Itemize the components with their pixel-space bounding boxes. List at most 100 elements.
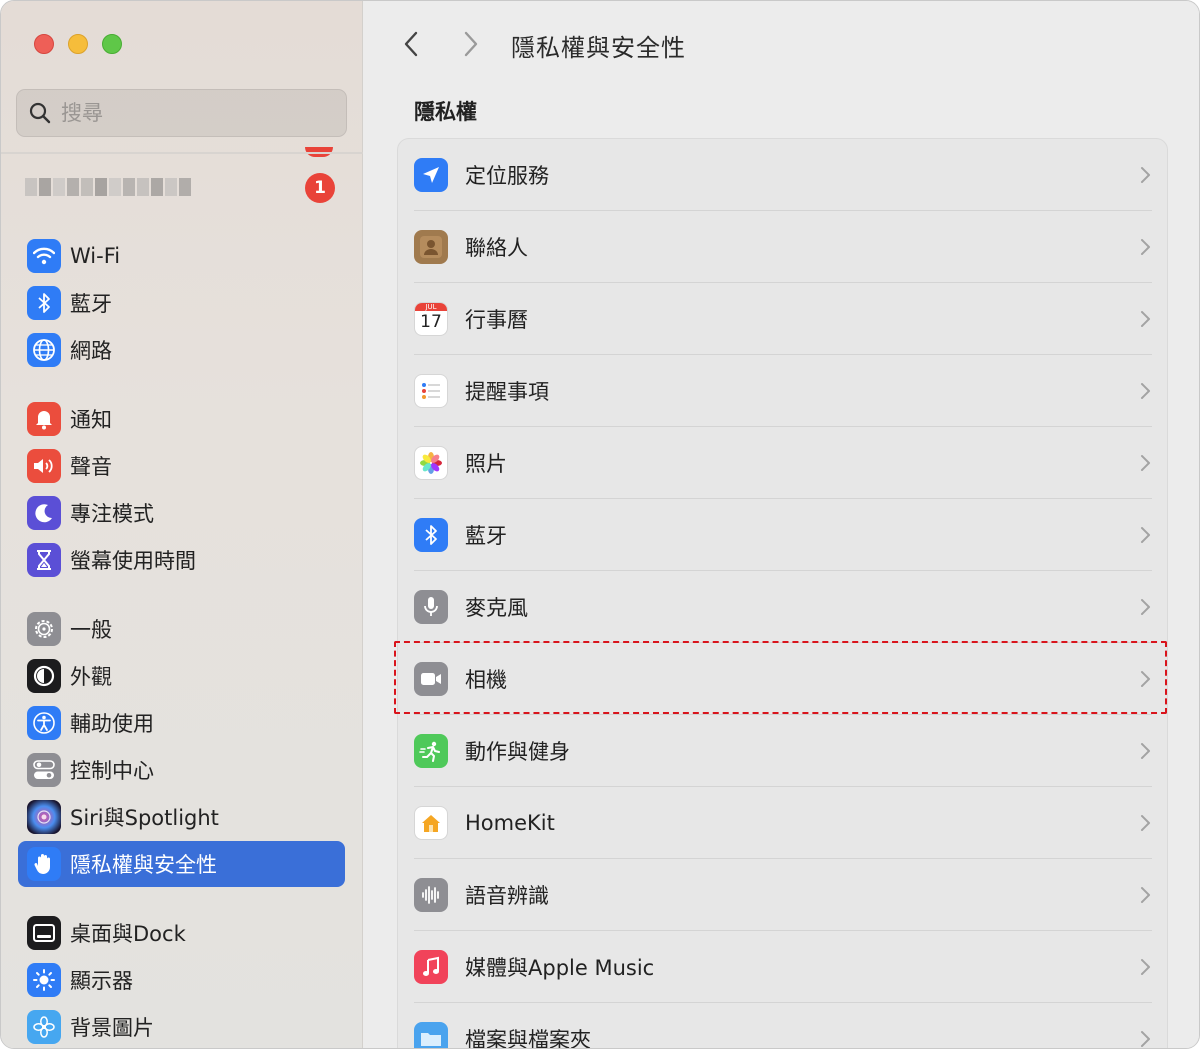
page-title: 隱私權與安全性 [511, 34, 686, 62]
camera-icon [414, 662, 448, 696]
gear-icon [27, 612, 61, 646]
chevron-right-icon [1141, 815, 1150, 831]
chevron-right-icon [1141, 887, 1150, 903]
row-bluetooth[interactable]: 藍牙 [398, 499, 1169, 571]
sidebar-item-label: 藍牙 [70, 292, 112, 316]
row-label: 提醒事項 [465, 380, 549, 404]
chevron-right-icon [1141, 239, 1150, 255]
sidebar-item-control-center[interactable]: 控制中心 [18, 747, 345, 793]
settings-window: 1 Wi-Fi 藍牙 網路 通知 [0, 0, 1200, 1049]
row-label: 語音辨識 [465, 884, 549, 908]
hourglass-icon [27, 543, 61, 577]
calendar-month: JUL [415, 303, 447, 311]
waveform-icon [414, 878, 448, 912]
sidebar-item-siri-spotlight[interactable]: Siri與Spotlight [18, 794, 345, 840]
contacts-icon [414, 230, 448, 264]
row-calendar[interactable]: JUL 17 行事曆 [398, 283, 1169, 355]
chevron-right-icon [1141, 167, 1150, 183]
window-controls [34, 34, 122, 54]
location-arrow-icon [414, 158, 448, 192]
home-icon [414, 806, 448, 840]
sidebar-item-label: 螢幕使用時間 [70, 549, 196, 573]
row-label: 藍牙 [465, 524, 507, 548]
sidebar-item-general[interactable]: 一般 [18, 606, 345, 652]
microphone-icon [414, 590, 448, 624]
toggles-icon [27, 753, 61, 787]
sidebar-item-focus[interactable]: 專注模式 [18, 490, 345, 536]
sidebar-item-wifi[interactable]: Wi-Fi [18, 233, 345, 279]
chevron-right-icon [1141, 599, 1150, 615]
sidebar-item-label: 一般 [70, 618, 112, 642]
photos-icon [414, 446, 448, 480]
sidebar-item-wallpaper[interactable]: 背景圖片 [18, 1004, 345, 1048]
row-label: 麥克風 [465, 596, 528, 620]
chevron-left-icon [404, 31, 418, 57]
row-label: 媒體與Apple Music [465, 956, 655, 980]
back-button[interactable] [396, 29, 426, 59]
sidebar-item-notifications[interactable]: 通知 [18, 396, 345, 442]
row-label: 聯絡人 [465, 236, 528, 260]
sidebar-divider [1, 152, 363, 154]
row-camera[interactable]: 相機 [398, 643, 1169, 715]
close-button[interactable] [34, 34, 54, 54]
bluetooth-icon [27, 286, 61, 320]
row-media-apple-music[interactable]: 媒體與Apple Music [398, 931, 1169, 1003]
sidebar-item-screen-time[interactable]: 螢幕使用時間 [18, 537, 345, 583]
chevron-right-icon [1141, 959, 1150, 975]
sidebar-item-desktop-dock[interactable]: 桌面與Dock [18, 910, 345, 956]
moon-icon [27, 496, 61, 530]
flower-icon [27, 1010, 61, 1044]
row-label: HomeKit [465, 811, 555, 835]
chevron-right-icon [1141, 455, 1150, 471]
forward-button[interactable] [456, 29, 486, 59]
zoom-button[interactable] [102, 34, 122, 54]
sidebar-item-appearance[interactable]: 外觀 [18, 653, 345, 699]
search-input[interactable] [61, 101, 311, 125]
calendar-icon: JUL 17 [414, 302, 448, 336]
sidebar-item-displays[interactable]: 顯示器 [18, 957, 345, 1003]
row-contacts[interactable]: 聯絡人 [398, 211, 1169, 283]
bluetooth-icon [414, 518, 448, 552]
row-label: 定位服務 [465, 164, 549, 188]
sidebar-item-label: 輔助使用 [70, 712, 154, 736]
chevron-right-icon [1141, 527, 1150, 543]
sidebar-item-label: 聲音 [70, 455, 112, 479]
chevron-right-icon [1141, 743, 1150, 759]
music-note-icon [414, 950, 448, 984]
row-files-folders[interactable]: 檔案與檔案夾 [398, 1003, 1169, 1049]
sidebar-item-sound[interactable]: 聲音 [18, 443, 345, 489]
sidebar-item-bluetooth[interactable]: 藍牙 [18, 280, 345, 326]
row-microphone[interactable]: 麥克風 [398, 571, 1169, 643]
sidebar-item-accessibility[interactable]: 輔助使用 [18, 700, 345, 746]
chevron-right-icon [1141, 1031, 1150, 1047]
row-speech-recognition[interactable]: 語音辨識 [398, 859, 1169, 931]
reminders-icon [414, 374, 448, 408]
appearance-icon [27, 659, 61, 693]
account-row[interactable]: 1 [25, 173, 345, 203]
sidebar-item-label: 網路 [70, 339, 112, 363]
row-label: 相機 [465, 668, 507, 692]
section-title: 隱私權 [414, 100, 477, 124]
minimize-button[interactable] [68, 34, 88, 54]
sidebar-item-label: 桌面與Dock [70, 922, 186, 946]
row-label: 行事曆 [465, 308, 528, 332]
row-photos[interactable]: 照片 [398, 427, 1169, 499]
row-location-services[interactable]: 定位服務 [398, 139, 1169, 211]
sidebar-item-label: 外觀 [70, 665, 112, 689]
siri-icon [27, 800, 61, 834]
speaker-icon [27, 449, 61, 483]
sidebar-item-privacy-security[interactable]: 隱私權與安全性 [18, 841, 345, 887]
wifi-icon [27, 239, 61, 273]
row-reminders[interactable]: 提醒事項 [398, 355, 1169, 427]
row-homekit[interactable]: HomeKit [398, 787, 1169, 859]
globe-icon [27, 333, 61, 367]
privacy-list: 定位服務 聯絡人 JUL 17 行事曆 提醒事項 照片 藍牙 麥克風 相機 動作… [397, 138, 1169, 1049]
row-label: 檔案與檔案夾 [465, 1028, 591, 1049]
chevron-right-icon [1141, 311, 1150, 327]
sidebar-item-network[interactable]: 網路 [18, 327, 345, 373]
sidebar-item-label: 專注模式 [70, 502, 154, 526]
row-label: 動作與健身 [465, 740, 570, 764]
row-motion-fitness[interactable]: 動作與健身 [398, 715, 1169, 787]
row-label: 照片 [465, 452, 507, 476]
search-field[interactable] [16, 89, 347, 137]
